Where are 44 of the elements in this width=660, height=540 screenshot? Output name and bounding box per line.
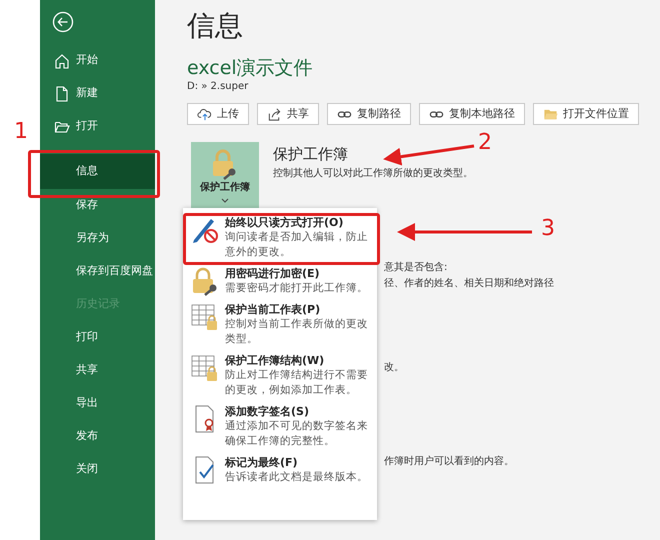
sidebar-item[interactable]: 打印 <box>40 321 155 354</box>
menu-item[interactable]: 保护工作簿结构(W) 防止对工作簿结构进行不需要的更改，例如添加工作表。 <box>183 351 377 402</box>
sidebar-item[interactable]: 打开 <box>40 110 155 143</box>
action-button[interactable]: 复制路径 <box>327 103 411 125</box>
file-name: excel演示文件 <box>187 56 314 80</box>
menu-item[interactable]: 添加数字签名(S) 通过添加不可见的数字签名来确保工作簿的完整性。 <box>183 402 377 453</box>
sidebar-item[interactable]: 新建 <box>40 77 155 110</box>
action-button[interactable]: 打开文件位置 <box>533 103 639 125</box>
document-icon <box>54 86 70 102</box>
info-text: 作簿时用户可以看到的内容。 <box>384 454 514 469</box>
menu-item[interactable]: 用密码进行加密(E) 需要密码才能打开此工作簿。 <box>183 264 377 300</box>
sheet-lock-icon <box>191 302 219 332</box>
sidebar-item[interactable]: 保存 <box>40 189 155 222</box>
annotation-number: 3 <box>541 217 555 241</box>
sidebar-item[interactable]: 信息 <box>40 154 155 189</box>
sidebar-item[interactable]: 共享 <box>40 354 155 387</box>
menu-item[interactable]: 标记为最终(F) 告诉读者此文档是最终版本。 <box>183 453 377 489</box>
info-text: 径、作者的姓名、相关日期和绝对路径 <box>384 276 554 291</box>
menu-item[interactable]: 始终以只读方式打开(O) 询问读者是否加入编辑，防止意外的更改。 <box>183 213 377 264</box>
back-icon[interactable] <box>52 11 74 33</box>
info-text: 改。 <box>384 361 404 375</box>
lock-key-icon <box>191 266 219 296</box>
sidebar-item[interactable]: 导出 <box>40 387 155 420</box>
sidebar-item[interactable]: 另存为 <box>40 222 155 255</box>
cloud-upload-icon <box>197 106 212 122</box>
sidebar-item[interactable]: 开始 <box>40 44 155 77</box>
annotation-number: 1 <box>14 120 28 144</box>
sidebar-item[interactable]: 保存到百度网盘 <box>40 255 155 288</box>
section-description: 控制其他人可以对此工作簿所做的更改类型。 <box>273 166 473 181</box>
sheet-lock-icon <box>191 353 219 383</box>
file-path: D: » 2.super <box>187 80 250 93</box>
home-icon <box>54 52 70 68</box>
action-button[interactable]: 上传 <box>187 103 249 125</box>
action-button[interactable]: 复制本地路径 <box>419 103 525 125</box>
share-icon <box>267 106 282 122</box>
action-button[interactable]: 共享 <box>257 103 319 125</box>
annotation-number: 2 <box>478 131 492 155</box>
sidebar-item[interactable]: 发布 <box>40 420 155 453</box>
page-title: 信息 <box>187 8 244 44</box>
sidebar-item[interactable]: 关闭 <box>40 453 155 486</box>
section-title: 保护工作簿 <box>273 144 348 164</box>
info-text: 意其是否包含: <box>384 260 448 275</box>
caret-icon <box>221 198 229 203</box>
menu-item[interactable]: 保护当前工作表(P) 控制对当前工作表所做的更改类型。 <box>183 300 377 351</box>
